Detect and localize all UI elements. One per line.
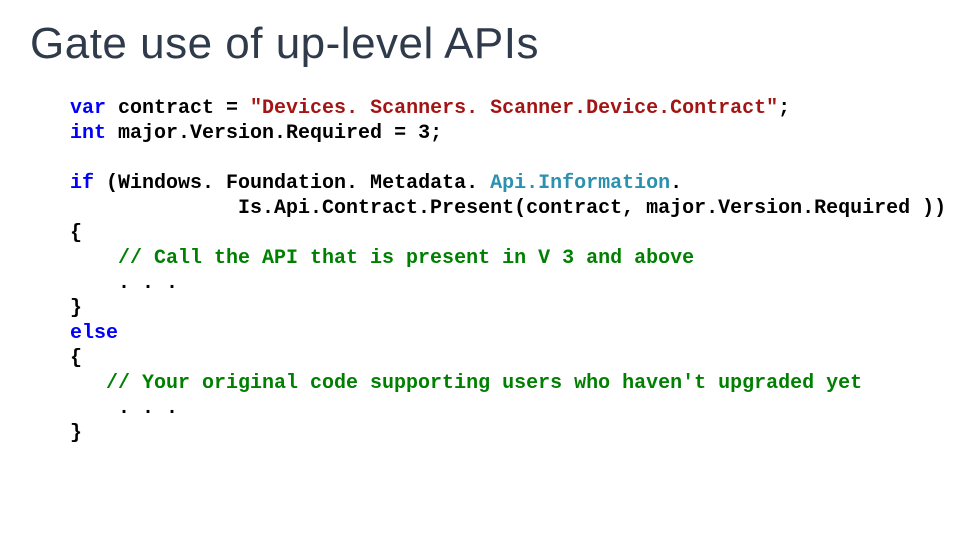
ellipsis: . . . xyxy=(70,272,178,295)
kw-if: if xyxy=(70,172,94,195)
kw-int: int xyxy=(70,122,106,145)
txt: major.Version.Required = 3; xyxy=(106,122,442,145)
brace: } xyxy=(70,422,82,445)
txt: contract = xyxy=(106,97,250,120)
brace: { xyxy=(70,222,82,245)
txt: ; xyxy=(778,97,790,120)
page-title: Gate use of up-level APIs xyxy=(30,20,949,68)
comment-line: // Call the API that is present in V 3 a… xyxy=(70,247,694,270)
txt: . xyxy=(670,172,682,195)
slide: Gate use of up-level APIs var contract =… xyxy=(0,0,979,551)
kw-else: else xyxy=(70,322,118,345)
cls-apiinfo: Api.Information xyxy=(490,172,670,195)
code-sample: var contract = "Devices. Scanners. Scann… xyxy=(70,96,949,446)
comment-line: // Your original code supporting users w… xyxy=(70,372,862,395)
txt: Is.Api.Contract.Present(contract, major.… xyxy=(70,197,946,220)
brace: { xyxy=(70,347,82,370)
txt: (Windows. Foundation. Metadata. xyxy=(94,172,490,195)
kw-var: var xyxy=(70,97,106,120)
blank-line xyxy=(70,147,82,170)
string-literal: "Devices. Scanners. Scanner.Device.Contr… xyxy=(250,97,778,120)
brace: } xyxy=(70,297,82,320)
ellipsis: . . . xyxy=(70,397,178,420)
